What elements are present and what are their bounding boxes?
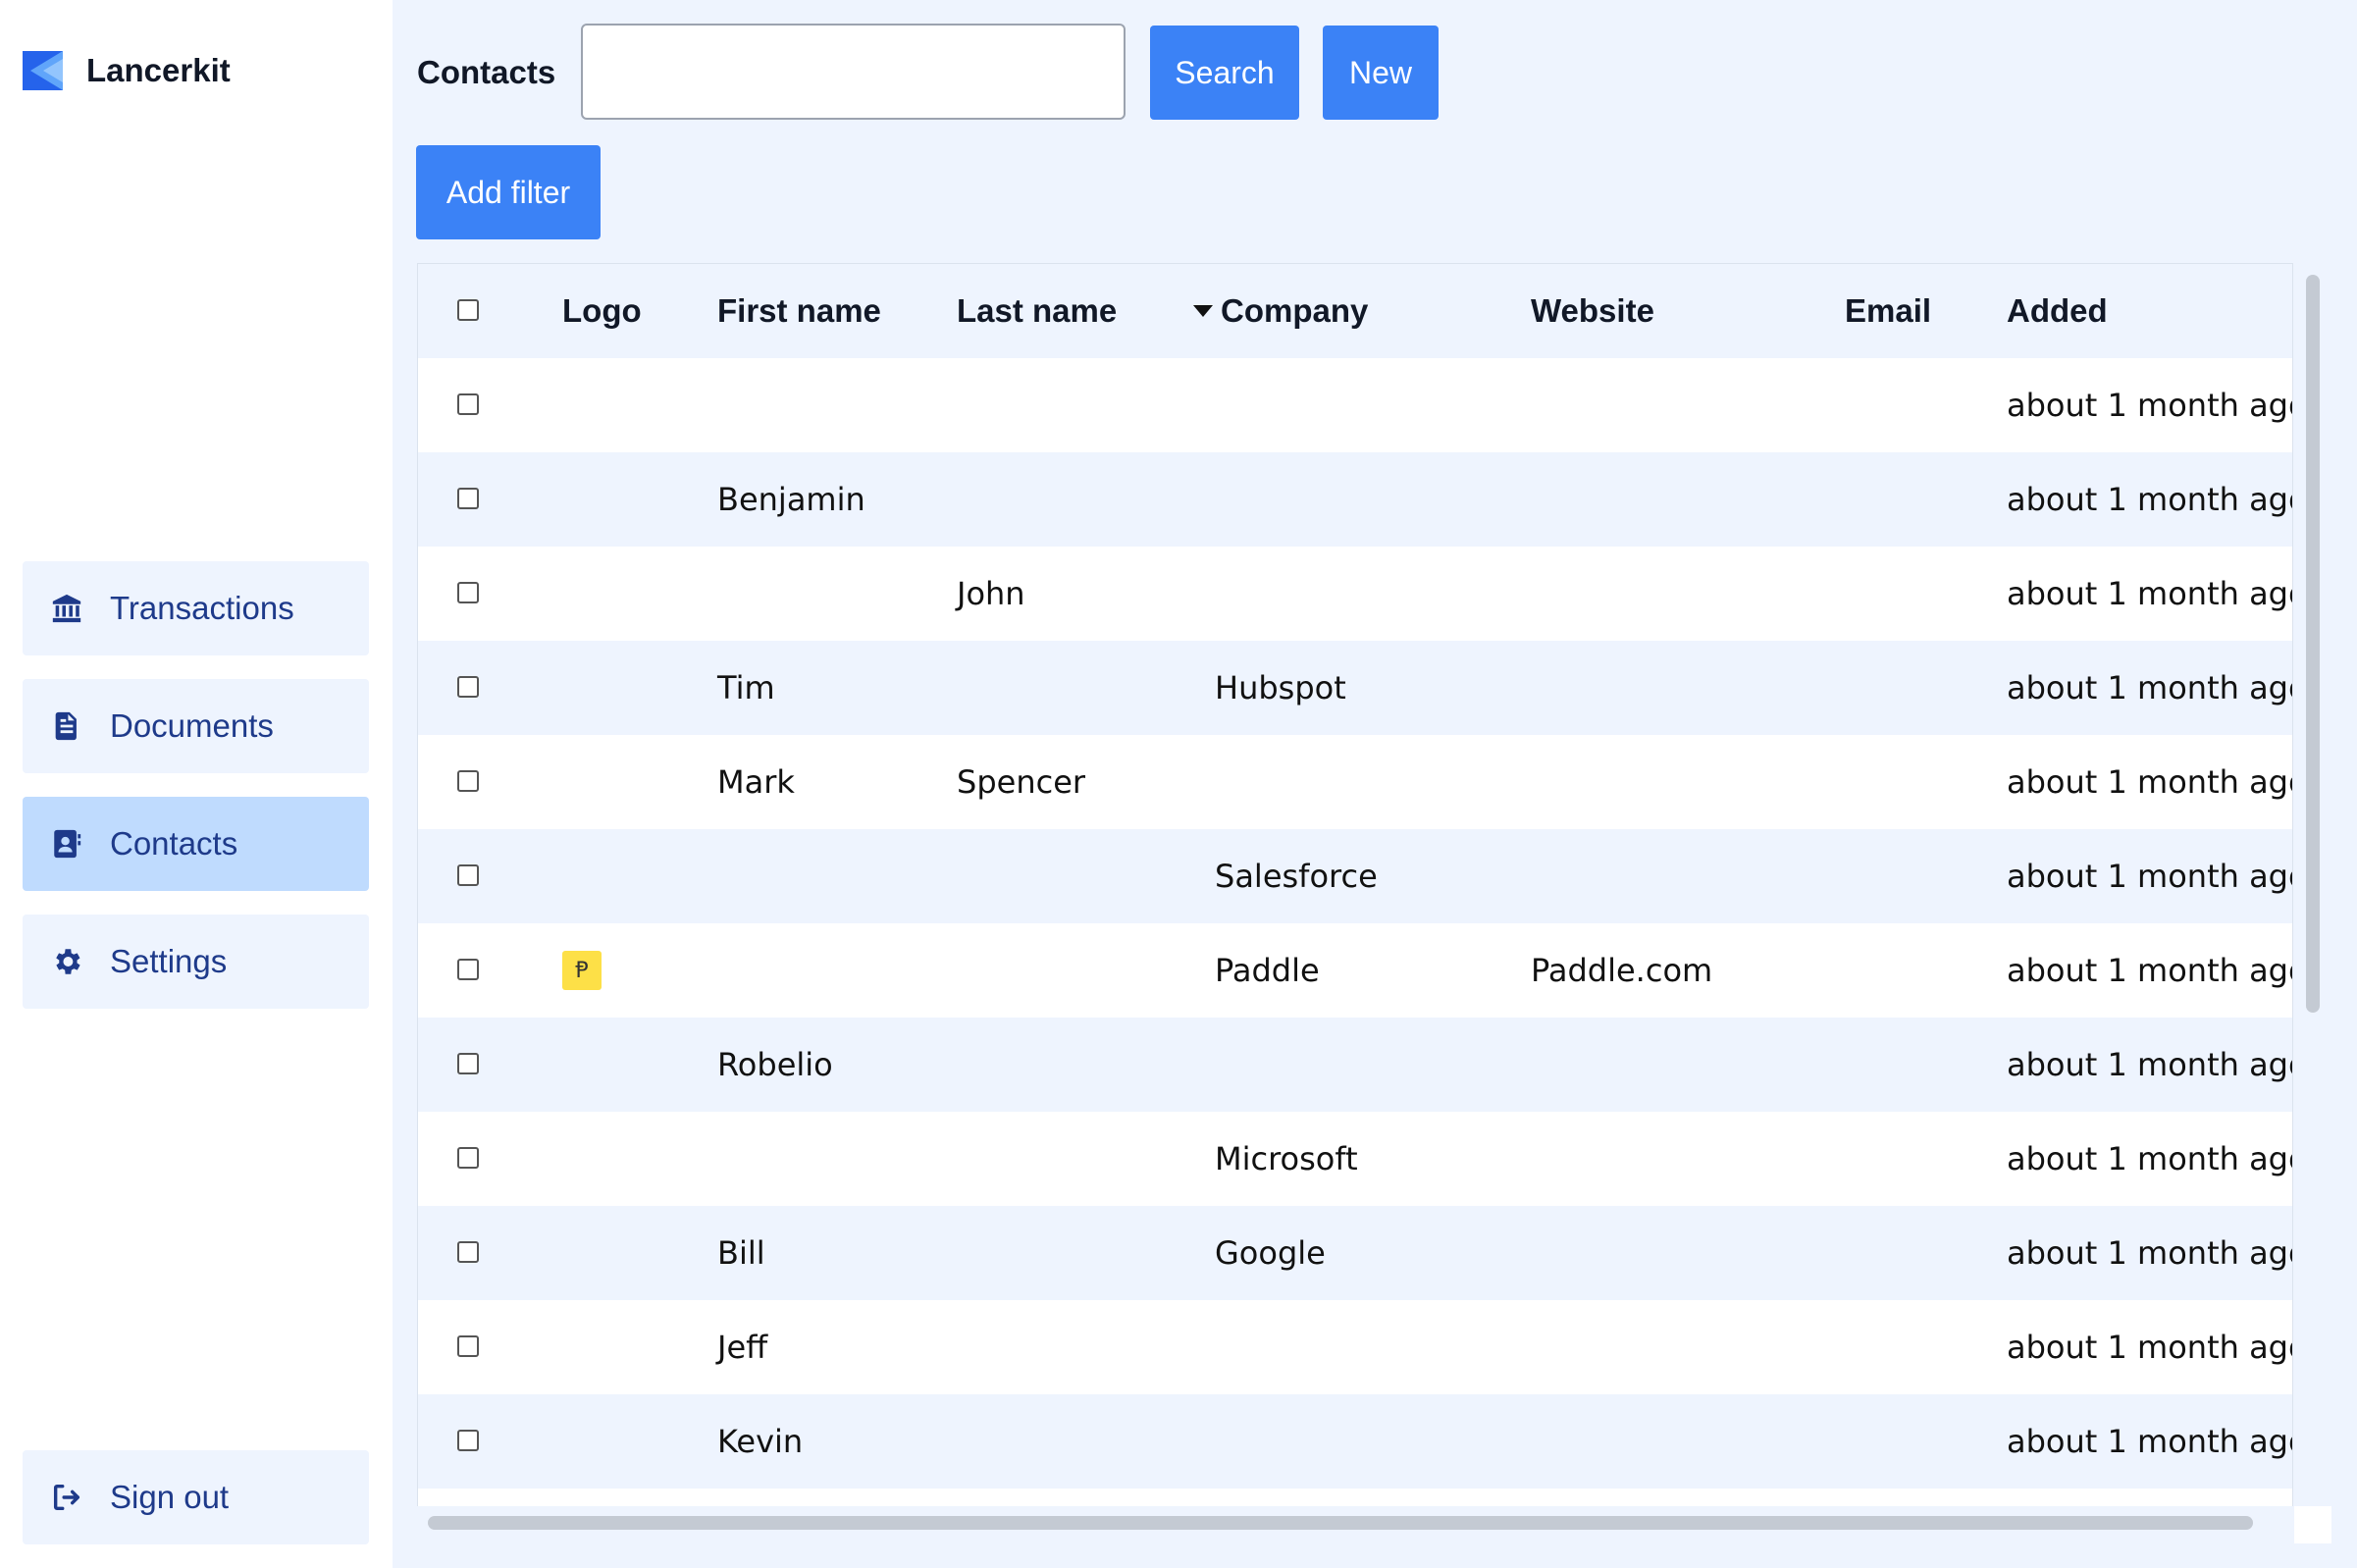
cell-added: about 1 month ago xyxy=(2007,1423,2293,1460)
table-row[interactable]: John about 1 month ago xyxy=(418,547,2293,641)
cell-added: about 1 month ago xyxy=(2007,669,2293,706)
cell-website[interactable]: Paddle.com xyxy=(1531,923,1712,1018)
cell-first-name: Kevin xyxy=(717,1423,804,1460)
sidebar-item-label: Documents xyxy=(110,707,274,744)
column-header-added[interactable]: Added xyxy=(2007,264,2108,358)
search-button[interactable]: Search xyxy=(1150,26,1299,120)
cell-first-name: Jeff xyxy=(717,1329,768,1366)
cell-first-name: Bill xyxy=(717,1234,765,1272)
lancerkit-logo-icon xyxy=(23,51,63,90)
table-row[interactable]: Ᵽ Paddle Paddle.com about 1 month ago xyxy=(418,923,2293,1018)
sidebar-item-label: Settings xyxy=(110,943,228,979)
page-title: Contacts xyxy=(417,54,556,90)
cell-first-name: Tim xyxy=(717,669,775,706)
table-row[interactable]: Bill Google about 1 month ago xyxy=(418,1206,2293,1300)
contact-card-icon xyxy=(49,826,84,862)
cell-first-name: Mark xyxy=(717,763,795,801)
row-checkbox[interactable] xyxy=(457,864,479,886)
vertical-scrollbar[interactable] xyxy=(2306,275,2320,1013)
table-row[interactable]: Salesforce about 1 month ago xyxy=(418,829,2293,923)
sidebar-item-label: Transactions xyxy=(110,590,294,626)
row-checkbox[interactable] xyxy=(457,770,479,792)
row-checkbox[interactable] xyxy=(457,393,479,415)
row-checkbox[interactable] xyxy=(457,1335,479,1357)
company-logo: Ᵽ xyxy=(562,951,602,990)
cell-company: Hubspot xyxy=(1215,669,1346,706)
column-header-website[interactable]: Website xyxy=(1531,264,1654,358)
cell-last-name: Spencer xyxy=(957,763,1086,801)
row-checkbox[interactable] xyxy=(457,1241,479,1263)
cell-added: about 1 month ago xyxy=(2007,858,2293,895)
table-row[interactable]: Jeff about 1 month ago xyxy=(418,1300,2293,1394)
add-filter-button[interactable]: Add filter xyxy=(416,145,601,239)
sidebar: Lancerkit Transactions Documents Contact… xyxy=(0,0,393,1568)
sidebar-item-transactions[interactable]: Transactions xyxy=(23,561,369,655)
scrollbar-corner xyxy=(2294,1506,2331,1543)
table-row[interactable]: about 1 month ago xyxy=(418,358,2293,452)
cell-company: Google xyxy=(1215,1234,1326,1272)
horizontal-scrollbar[interactable] xyxy=(428,1516,2253,1530)
brand-name: Lancerkit xyxy=(86,52,231,88)
column-header-logo[interactable]: Logo xyxy=(562,264,642,358)
cell-added: about 1 month ago xyxy=(2007,1046,2293,1083)
table-header: Logo First name Last name Company Websit… xyxy=(418,264,2292,359)
cell-last-name: John xyxy=(957,575,1025,612)
cell-added: about 1 month ago xyxy=(2007,952,2293,989)
sidebar-item-settings[interactable]: Settings xyxy=(23,915,369,1009)
search-input[interactable] xyxy=(581,24,1126,120)
column-header-last-name[interactable]: Last name xyxy=(957,264,1117,358)
cell-company: Paddle xyxy=(1215,952,1320,989)
new-contact-button[interactable]: New xyxy=(1323,26,1439,120)
contacts-table: Logo First name Last name Company Websit… xyxy=(417,263,2293,1506)
cell-added: about 1 month ago xyxy=(2007,387,2293,424)
column-header-company-label: Company xyxy=(1221,292,1369,329)
table-row[interactable]: Mark Spencer about 1 month ago xyxy=(418,735,2293,829)
column-header-email[interactable]: Email xyxy=(1845,264,1931,358)
cell-company: Salesforce xyxy=(1215,858,1378,895)
row-checkbox[interactable] xyxy=(457,582,479,603)
gear-icon xyxy=(49,944,84,979)
document-icon xyxy=(49,708,84,744)
row-checkbox[interactable] xyxy=(457,1053,479,1074)
row-checkbox[interactable] xyxy=(457,488,479,509)
cell-added: about 1 month ago xyxy=(2007,1234,2293,1272)
sidebar-item-documents[interactable]: Documents xyxy=(23,679,369,773)
cell-logo: Ᵽ xyxy=(562,923,602,1018)
row-checkbox[interactable] xyxy=(457,1147,479,1169)
brand[interactable]: Lancerkit xyxy=(23,51,231,90)
row-checkbox[interactable] xyxy=(457,676,479,698)
cell-first-name: Benjamin xyxy=(717,481,865,518)
column-header-company[interactable]: Company xyxy=(1193,264,1368,358)
select-all-checkbox[interactable] xyxy=(457,299,479,321)
sign-out-button[interactable]: Sign out xyxy=(23,1450,369,1544)
sort-descending-icon xyxy=(1193,305,1213,317)
cell-added: about 1 month ago xyxy=(2007,481,2293,518)
row-checkbox[interactable] xyxy=(457,1430,479,1451)
sidebar-item-label: Contacts xyxy=(110,825,238,862)
table-row[interactable]: Kevin about 1 month ago xyxy=(418,1394,2293,1489)
sidebar-item-contacts[interactable]: Contacts xyxy=(23,797,369,891)
cell-added: about 1 month ago xyxy=(2007,575,2293,612)
row-checkbox[interactable] xyxy=(457,959,479,980)
sign-out-label: Sign out xyxy=(110,1479,230,1515)
column-header-first-name[interactable]: First name xyxy=(717,264,881,358)
bank-icon xyxy=(49,591,84,626)
table-row[interactable]: Tim Hubspot about 1 month ago xyxy=(418,641,2293,735)
sign-out-icon xyxy=(49,1480,84,1515)
table-row[interactable]: Robelio about 1 month ago xyxy=(418,1018,2293,1112)
cell-first-name: Robelio xyxy=(717,1046,833,1083)
cell-company: Microsoft xyxy=(1215,1140,1358,1177)
cell-added: about 1 month ago xyxy=(2007,1329,2293,1366)
table-row[interactable]: Microsoft about 1 month ago xyxy=(418,1112,2293,1206)
cell-added: about 1 month ago xyxy=(2007,763,2293,801)
cell-added: about 1 month ago xyxy=(2007,1140,2293,1177)
main-content: Contacts Search New Add filter Logo Firs… xyxy=(393,0,2357,1568)
table-row[interactable]: Benjamin about 1 month ago xyxy=(418,452,2293,547)
